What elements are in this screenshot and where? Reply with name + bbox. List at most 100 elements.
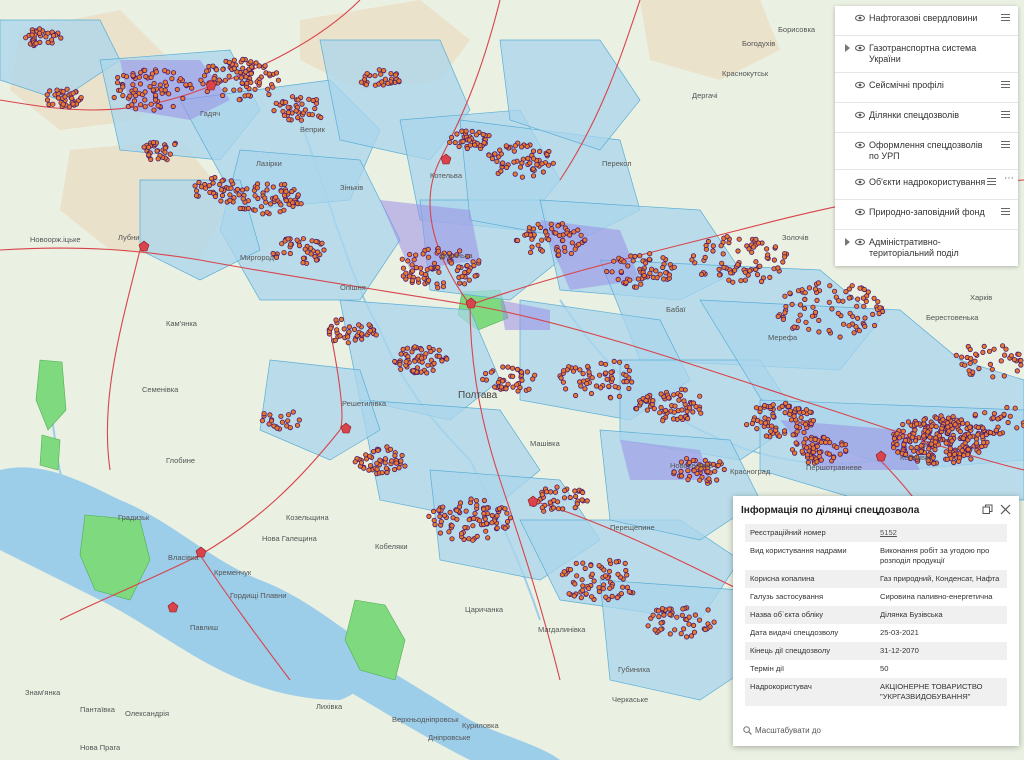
well-marker[interactable]: [579, 497, 585, 503]
well-marker[interactable]: [169, 76, 175, 82]
well-marker[interactable]: [262, 63, 268, 69]
well-marker[interactable]: [826, 299, 832, 305]
well-marker[interactable]: [70, 90, 76, 96]
well-marker[interactable]: [384, 444, 390, 450]
well-marker[interactable]: [926, 446, 932, 452]
well-marker[interactable]: [846, 295, 852, 301]
well-marker[interactable]: [552, 489, 559, 495]
well-marker[interactable]: [266, 71, 272, 77]
well-marker[interactable]: [646, 256, 653, 262]
well-marker[interactable]: [341, 326, 347, 332]
well-marker[interactable]: [196, 179, 202, 185]
well-marker[interactable]: [500, 160, 506, 166]
well-marker[interactable]: [372, 73, 378, 79]
well-marker[interactable]: [374, 466, 380, 472]
well-marker[interactable]: [437, 530, 443, 536]
well-marker[interactable]: [540, 169, 547, 175]
well-marker[interactable]: [473, 497, 479, 504]
well-marker[interactable]: [900, 428, 906, 434]
well-marker[interactable]: [526, 225, 532, 231]
well-marker[interactable]: [604, 376, 610, 382]
well-marker[interactable]: [131, 98, 138, 104]
well-marker[interactable]: [359, 331, 365, 337]
well-marker[interactable]: [588, 390, 595, 397]
well-marker[interactable]: [753, 405, 760, 411]
well-marker[interactable]: [392, 452, 398, 459]
well-marker[interactable]: [384, 469, 390, 476]
well-marker[interactable]: [973, 440, 980, 446]
well-marker[interactable]: [155, 156, 161, 162]
well-marker[interactable]: [252, 86, 258, 92]
well-marker[interactable]: [586, 369, 592, 375]
well-marker[interactable]: [667, 611, 673, 618]
well-marker[interactable]: [856, 328, 863, 334]
well-marker[interactable]: [418, 355, 425, 361]
well-marker[interactable]: [261, 410, 267, 417]
well-marker[interactable]: [596, 372, 603, 378]
well-marker[interactable]: [167, 151, 173, 157]
well-marker[interactable]: [270, 84, 276, 90]
well-marker[interactable]: [472, 510, 478, 517]
well-marker[interactable]: [772, 244, 779, 250]
well-marker[interactable]: [333, 317, 339, 323]
well-marker[interactable]: [278, 202, 284, 208]
well-marker[interactable]: [780, 316, 787, 322]
well-marker[interactable]: [558, 375, 564, 381]
well-marker[interactable]: [373, 332, 379, 338]
well-marker[interactable]: [370, 448, 377, 455]
well-marker[interactable]: [630, 258, 636, 264]
well-marker[interactable]: [219, 192, 226, 199]
well-marker[interactable]: [430, 508, 437, 514]
well-marker[interactable]: [746, 246, 752, 252]
well-marker[interactable]: [309, 112, 315, 118]
well-marker[interactable]: [282, 99, 289, 105]
well-marker[interactable]: [294, 422, 301, 428]
well-marker[interactable]: [285, 418, 291, 424]
well-marker[interactable]: [271, 108, 277, 114]
well-marker[interactable]: [130, 73, 136, 79]
well-marker[interactable]: [787, 290, 793, 296]
well-marker[interactable]: [220, 66, 226, 72]
well-marker[interactable]: [578, 595, 584, 601]
well-marker[interactable]: [762, 402, 768, 409]
well-marker[interactable]: [626, 385, 632, 392]
well-marker[interactable]: [956, 458, 962, 464]
well-marker[interactable]: [826, 451, 833, 457]
well-marker[interactable]: [120, 84, 126, 90]
well-marker[interactable]: [960, 435, 966, 441]
well-marker[interactable]: [457, 500, 464, 506]
well-marker[interactable]: [783, 303, 789, 310]
well-marker[interactable]: [366, 467, 372, 473]
well-marker[interactable]: [525, 155, 531, 161]
well-marker[interactable]: [697, 477, 703, 483]
well-marker[interactable]: [968, 355, 974, 362]
well-marker[interactable]: [816, 329, 822, 335]
well-marker[interactable]: [447, 509, 453, 516]
well-marker[interactable]: [601, 567, 607, 573]
well-marker[interactable]: [136, 74, 142, 80]
well-marker[interactable]: [239, 80, 245, 86]
well-marker[interactable]: [624, 379, 630, 385]
well-marker[interactable]: [637, 253, 643, 259]
well-marker[interactable]: [628, 253, 634, 259]
well-marker[interactable]: [273, 254, 280, 260]
well-marker[interactable]: [454, 507, 460, 513]
well-marker[interactable]: [345, 334, 351, 340]
well-marker[interactable]: [721, 264, 727, 270]
eye-icon[interactable]: [855, 43, 865, 53]
well-marker[interactable]: [797, 312, 803, 318]
well-marker[interactable]: [623, 372, 629, 378]
well-marker[interactable]: [459, 273, 465, 279]
well-marker[interactable]: [356, 322, 362, 328]
well-marker[interactable]: [471, 515, 477, 522]
well-marker[interactable]: [560, 237, 566, 243]
well-marker[interactable]: [632, 253, 638, 259]
well-marker[interactable]: [855, 296, 861, 302]
well-marker[interactable]: [166, 91, 172, 97]
well-marker[interactable]: [346, 329, 352, 335]
well-marker[interactable]: [658, 391, 664, 397]
well-marker[interactable]: [296, 243, 303, 249]
well-marker[interactable]: [514, 237, 521, 244]
well-marker[interactable]: [834, 444, 840, 450]
well-marker[interactable]: [742, 269, 748, 275]
